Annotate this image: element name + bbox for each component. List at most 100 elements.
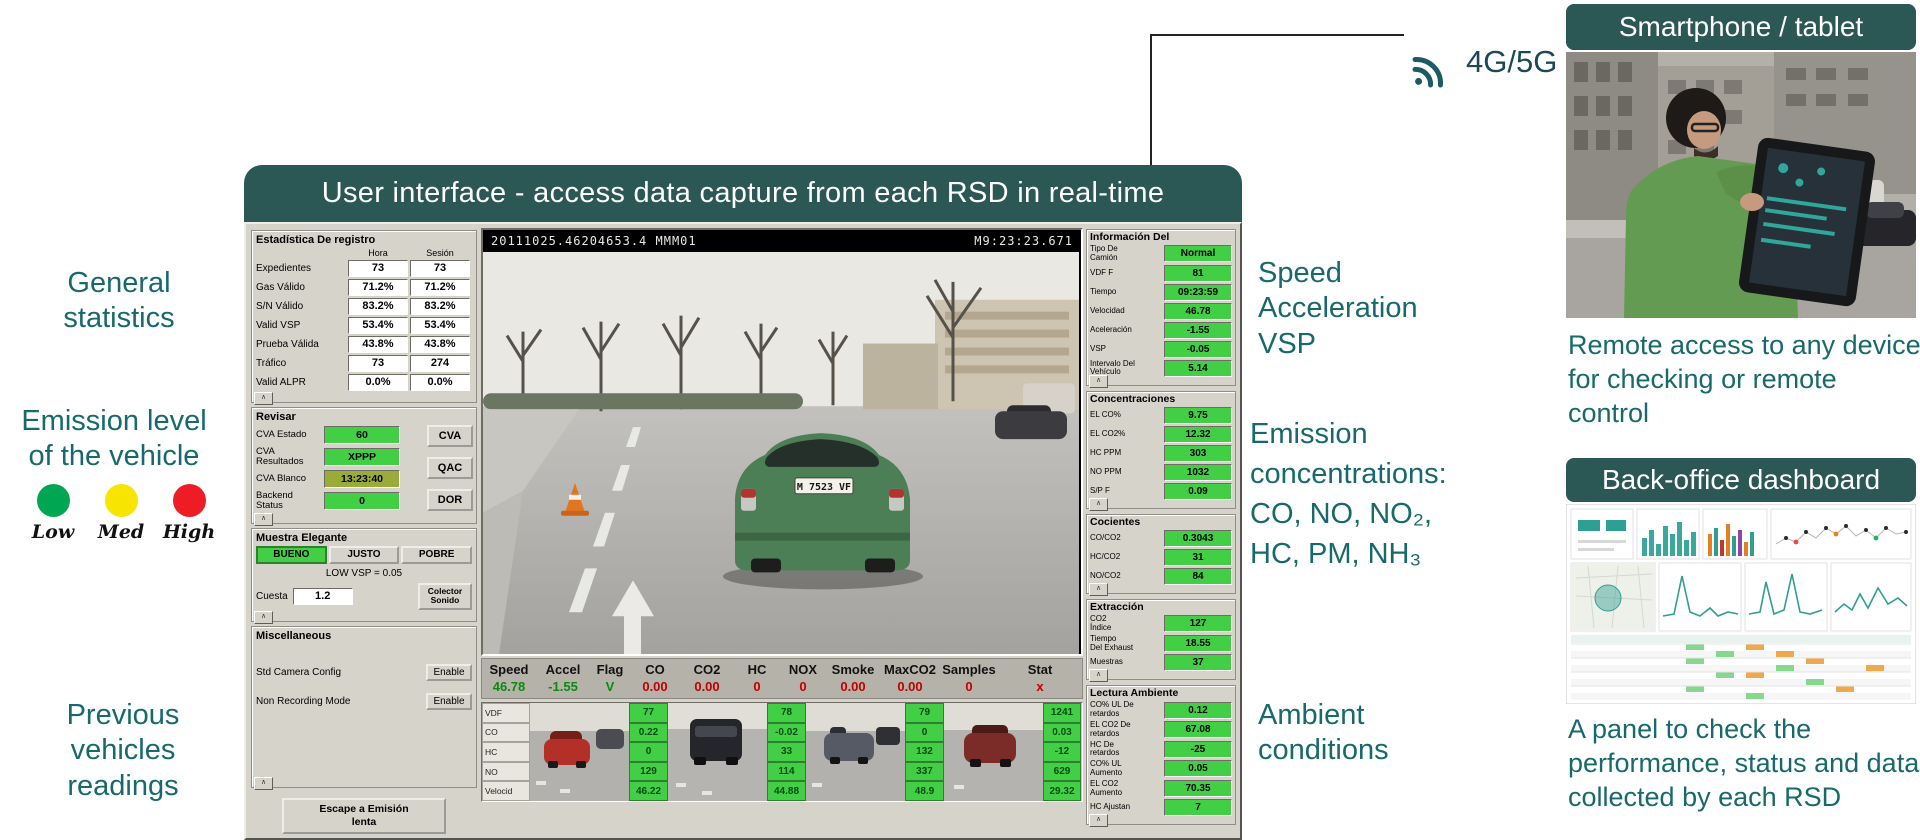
field-value: 5.14 — [1164, 359, 1232, 377]
field-value: 46.78 — [1164, 302, 1232, 320]
strip-value: 0 — [905, 722, 944, 743]
revisar-row: CVA Blanco 13:23:40 — [256, 469, 422, 488]
strip-row-label: NO — [482, 761, 530, 782]
field-label: Tiempo Del Exhaust — [1090, 633, 1134, 652]
video-feed: 20111025.46204653.4 MMM01 M9:23:23.671 M… — [481, 228, 1083, 656]
column-value: 0 — [753, 679, 761, 694]
info-row: HC/CO2 31 — [1090, 549, 1232, 567]
info-row: Velocidad 46.78 — [1090, 302, 1232, 320]
field-label: Tiempo — [1090, 286, 1117, 296]
annotation-general-statistics: General statistics — [63, 267, 175, 335]
revisar-group: Revisar CVA Estado 60 CVA Resultados XPP… — [251, 407, 477, 526]
strip-value: 79 — [905, 703, 944, 723]
muestra-title: Muestra Elegante — [256, 531, 348, 544]
field-value: 1032 — [1164, 464, 1232, 482]
stat-label: S/N Válido — [256, 301, 304, 312]
statistics-group: Estadística De registro Hora Sesión Expe… — [251, 230, 477, 405]
vehicle-thumbnail — [530, 703, 629, 801]
info-row: CO/CO2 0.3043 — [1090, 530, 1232, 548]
field-value: Normal — [1164, 245, 1232, 263]
stat-value-hora: 0.0% — [348, 374, 408, 391]
previous-vehicles-strip: VDFCOHCNOVelocid 770.22012946.22 — [481, 702, 1083, 802]
extraction-section: Extracción CO2 Índice 127 Tiempo Del Exh… — [1086, 599, 1236, 683]
revisar-label: Backend Status — [256, 489, 293, 511]
stat-label: Valid VSP — [256, 320, 301, 331]
license-plate: M 7523 VF — [797, 482, 851, 493]
column-header: CO2 — [693, 662, 721, 677]
dor-button[interactable]: DOR — [427, 489, 473, 511]
field-value: 84 — [1164, 568, 1232, 586]
field-label: CO/CO2 — [1090, 533, 1121, 543]
dashboard-screenshot — [1566, 504, 1916, 704]
collapse-button[interactable]: ∧ — [1089, 375, 1108, 389]
info-row: Intervalo Del Vehículo 5.14 — [1090, 359, 1232, 378]
field-label: HC/CO2 — [1090, 552, 1121, 562]
qac-button[interactable]: QAC — [427, 457, 473, 479]
statistics-headers: Hora Sesión — [256, 248, 472, 258]
level-label: Low — [31, 521, 75, 543]
collapse-button[interactable]: ∧ — [254, 777, 273, 790]
strip-value: -0.02 — [767, 722, 806, 743]
column-header: MaxCO2 — [883, 662, 937, 677]
collapse-button[interactable]: ∧ — [254, 392, 273, 405]
app-title-bar: User interface - access data capture fro… — [244, 165, 1242, 222]
field-value: 81 — [1164, 264, 1232, 282]
escape-emission-button[interactable]: Escape a Emisión lenta — [282, 798, 446, 834]
readings-column: HC 0 — [734, 662, 780, 694]
stat-value-sesion: 274 — [410, 355, 470, 372]
smartphone-title: Smartphone / tablet — [1618, 11, 1864, 42]
vehicle-readings-column: 77 0.22 0 129 46.22 — [629, 703, 668, 801]
revisar-value: 0 — [324, 491, 400, 510]
quality-buttons: BUENO JUSTO POBRE — [256, 545, 473, 564]
strip-value: 1241 — [1043, 703, 1081, 723]
smartphone-header: Smartphone / tablet — [1566, 4, 1916, 50]
dashboard-caption: A panel to check the performance, status… — [1568, 714, 1920, 813]
collapse-button[interactable]: ∧ — [1089, 583, 1108, 597]
strip-value: 129 — [629, 761, 668, 782]
field-label: Muestras — [1090, 657, 1123, 667]
info-row: CO% UL De retardos 0.12 — [1090, 701, 1232, 719]
vehicle-thumbnail — [944, 703, 1043, 801]
collapse-button[interactable]: ∧ — [1089, 498, 1108, 512]
ambient-section: Lectura Ambiente CO% UL De retardos 0.12… — [1086, 685, 1236, 828]
stat-value-hora: 43.8% — [348, 336, 408, 353]
strip-value: 33 — [767, 742, 806, 762]
cuesta-input[interactable]: 1.2 — [292, 587, 353, 605]
revisar-row: Backend Status 0 — [256, 489, 422, 511]
field-value: 67.08 — [1164, 721, 1232, 739]
strip-value: 78 — [767, 703, 806, 723]
annotation-emission-concentrations: Emission concentrations: CO, NO, NO₂, HC… — [1250, 418, 1447, 571]
statistics-row: Valid VSP 53.4% 53.4% — [256, 317, 472, 334]
strip-row-label: VDF — [482, 703, 530, 723]
field-value: 7 — [1164, 799, 1232, 817]
enable-camera-button[interactable]: Enable — [426, 663, 472, 681]
statistics-row: S/N Válido 83.2% 83.2% — [256, 298, 472, 315]
collector-button[interactable]: Colector Sonido — [418, 582, 472, 610]
column-value: 0 — [965, 679, 973, 694]
field-value: 127 — [1164, 615, 1232, 633]
collapse-button[interactable]: ∧ — [254, 512, 273, 526]
cva-button[interactable]: CVA — [427, 425, 473, 447]
field-label: CO% UL Aumento — [1090, 759, 1123, 777]
field-value: -0.05 — [1164, 340, 1232, 358]
enable-recording-button[interactable]: Enable — [426, 692, 472, 710]
pobre-button[interactable]: POBRE — [401, 545, 473, 564]
section-title: Lectura Ambiente — [1090, 687, 1179, 700]
readings-column: Flag V — [590, 662, 630, 694]
justo-button[interactable]: JUSTO — [328, 545, 400, 564]
dashboard-header: Back-office dashboard — [1566, 458, 1916, 502]
strip-value: 48.9 — [905, 781, 944, 801]
revisar-label: CVA Estado — [256, 429, 307, 441]
collapse-button[interactable]: ∧ — [1089, 814, 1108, 828]
stat-value-hora: 83.2% — [348, 298, 408, 315]
statistics-row: Tráfico 73 274 — [256, 355, 472, 372]
annotation-emission-level: Emission level of the vehicle — [21, 405, 207, 473]
collapse-button[interactable]: ∧ — [1089, 669, 1108, 683]
strip-value: 0.03 — [1043, 722, 1081, 743]
level-dot-icon — [36, 484, 70, 517]
annotation-previous-vehicles: Previous vehicles readings — [66, 699, 180, 802]
dashboard-title: Back-office dashboard — [1601, 464, 1881, 495]
info-row: HC Ajustan 7 — [1090, 799, 1232, 817]
bueno-button[interactable]: BUENO — [256, 545, 327, 564]
collapse-button[interactable]: ∧ — [254, 610, 273, 624]
